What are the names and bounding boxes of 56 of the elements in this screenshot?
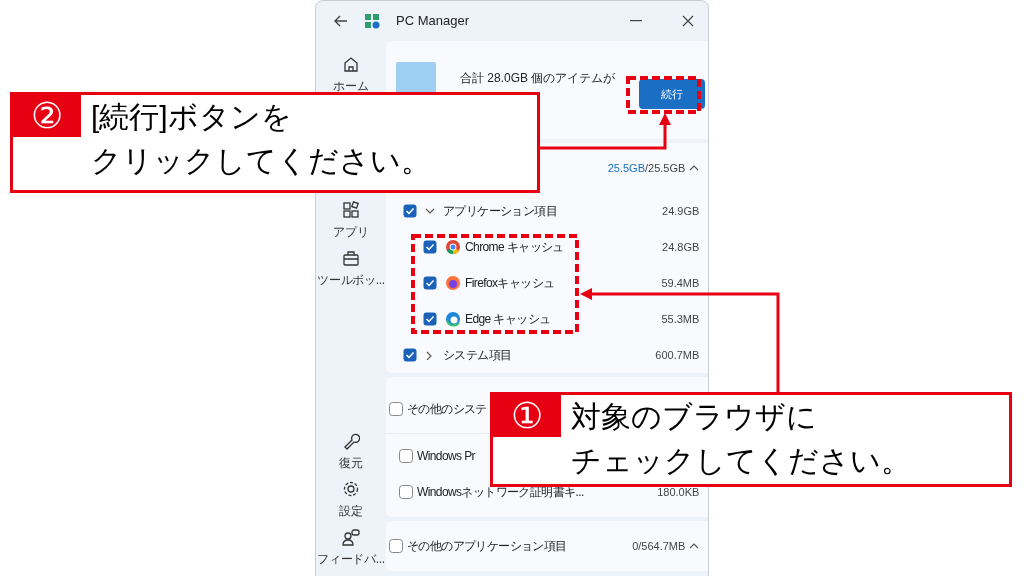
- checkbox[interactable]: [423, 312, 437, 326]
- chrome-icon: [445, 239, 461, 255]
- callout-text: [続行]ボタンを クリックしてください。: [90, 99, 431, 179]
- nav-label[interactable]: ツールボッ...: [317, 271, 385, 289]
- step-number-badge: ①: [493, 395, 561, 437]
- checkbox[interactable]: [399, 485, 413, 499]
- toolbox-icon[interactable]: [342, 249, 360, 267]
- home-icon[interactable]: [342, 55, 360, 73]
- chevron-icon[interactable]: [689, 163, 700, 173]
- nav-label[interactable]: アプリ: [333, 223, 369, 241]
- checkbox[interactable]: [403, 348, 417, 362]
- checkbox[interactable]: [423, 276, 437, 290]
- size-total: 0/564.7MB: [632, 538, 686, 554]
- edge-icon: [445, 311, 461, 327]
- nav-label[interactable]: ホーム: [333, 77, 369, 95]
- item-label: システム項目: [443, 347, 512, 364]
- item-label: Windowsネットワーク証明書キ...: [417, 484, 584, 501]
- item-size: 59.4MB: [661, 275, 700, 291]
- item-label: Firefoxキャッシュ: [465, 275, 555, 292]
- nav-label[interactable]: 復元: [339, 454, 363, 472]
- selected-size: 25.5GB: [607, 160, 645, 176]
- item-label: Edge キャッシュ: [465, 311, 551, 328]
- nav-label[interactable]: フィードバ...: [317, 550, 385, 568]
- back-icon[interactable]: [334, 15, 348, 27]
- item-size: 24.8GB: [662, 239, 700, 255]
- wrench-icon[interactable]: [342, 432, 360, 450]
- close-icon[interactable]: [682, 15, 694, 27]
- item-size: 24.9GB: [662, 203, 700, 219]
- settings-icon[interactable]: [342, 480, 360, 498]
- size-total: /25.5GB: [645, 160, 686, 176]
- firefox-icon: [445, 275, 461, 291]
- checkbox[interactable]: [423, 240, 437, 254]
- apps-icon[interactable]: [342, 201, 360, 219]
- summary-text: 合計 28.0GB 個のアイテムが: [460, 70, 616, 87]
- item-label: Chrome キャッシュ: [465, 239, 564, 256]
- app-logo-icon: [364, 13, 380, 29]
- item-label: アプリケーション項目: [443, 203, 557, 220]
- item-size: 600.7MB: [655, 347, 700, 363]
- checkbox[interactable]: [389, 539, 403, 553]
- minimize-icon[interactable]: [630, 20, 642, 22]
- step-number-badge: ②: [13, 95, 81, 137]
- people-icon[interactable]: [342, 528, 360, 546]
- checkbox[interactable]: [399, 449, 413, 463]
- chevron-icon[interactable]: [689, 541, 700, 551]
- section-title: その他のアプリケーション項目: [407, 538, 567, 555]
- section-title: その他のシステ: [407, 400, 487, 418]
- continue-button[interactable]: 続行: [639, 79, 706, 109]
- window-title: PC Manager: [396, 12, 469, 31]
- item-label: Windows Pr: [417, 448, 475, 465]
- checkbox[interactable]: [403, 204, 417, 218]
- item-size: 55.3MB: [661, 311, 700, 327]
- chevron-icon[interactable]: [425, 206, 435, 216]
- checkbox[interactable]: [389, 401, 403, 416]
- callout-text: 対象のブラウザに チェックしてください。: [570, 399, 911, 479]
- nav-label[interactable]: 設定: [339, 502, 363, 520]
- item-size: 180.0KB: [657, 484, 700, 500]
